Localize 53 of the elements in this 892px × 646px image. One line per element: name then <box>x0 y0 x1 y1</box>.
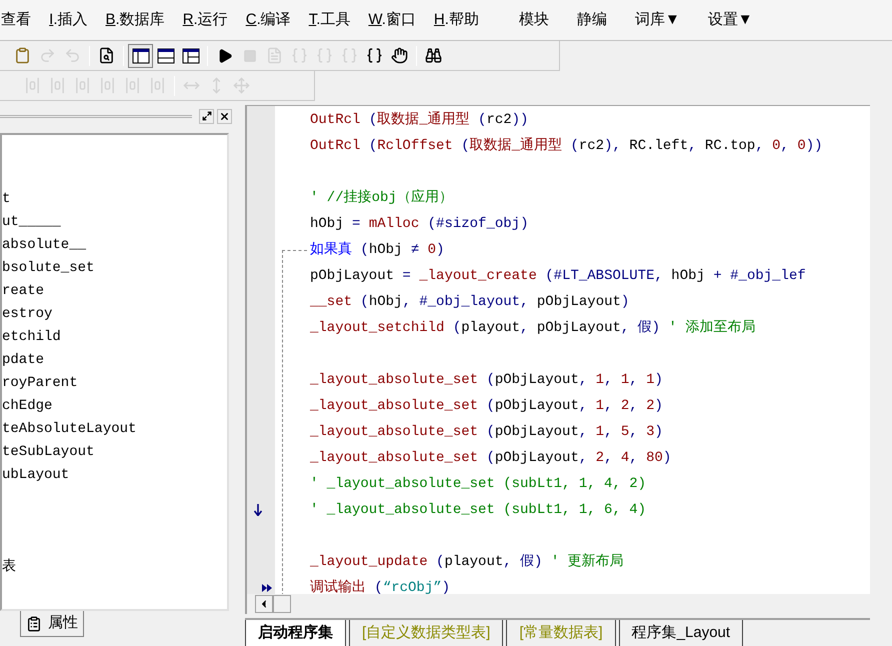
tree-item[interactable]: ubLayout <box>2 464 227 487</box>
tree-item[interactable]: pdate <box>2 349 227 372</box>
menu-item[interactable]: W.窗口 <box>368 8 416 32</box>
tree-item[interactable]: teSubLayout <box>2 441 227 464</box>
tree-item[interactable]: chEdge <box>2 395 227 418</box>
maximize-button[interactable] <box>199 108 214 124</box>
code-line: 如果真 (hObj ≠ 0) <box>310 240 444 260</box>
code-line: _layout_absolute_set (pObjLayout, 1, 5, 3) <box>310 423 663 442</box>
panel-layout-icon[interactable] <box>128 44 153 68</box>
tree-item[interactable]: royParent <box>2 372 227 395</box>
code-line: _layout_absolute_set (pObjLayout, 1, 2, 2) <box>310 397 663 416</box>
editor-tab[interactable]: 程序集_Layout <box>618 620 744 646</box>
menu-item[interactable]: 词库▼ <box>634 8 680 32</box>
code-line: pObjLayout = _layout_create (#LT_ABSOLUTE, hObj + #_obj_lef <box>310 267 806 286</box>
menu-item[interactable]: 模块 <box>518 8 549 32</box>
code-line: __set (hObj, #_obj_layout, pObjLayout) <box>310 293 630 312</box>
close-button[interactable] <box>217 108 232 124</box>
code-line: _layout_absolute_set (pObjLayout, 2, 4, 80) <box>310 449 672 468</box>
code-line: ' _layout_absolute_set (subLt1, 1, 4, 2) <box>310 475 646 494</box>
editor-tab[interactable]: 启动程序集 <box>245 620 346 646</box>
tree-item[interactable]: ut_____ <box>2 211 227 234</box>
code-line: ' _layout_absolute_set (subLt1, 1, 6, 4) <box>310 501 646 520</box>
code-line: OutRcl (RclOffset (取数据_通用型 (rc2), RC.left, RC.top, 0, 0)) <box>310 136 823 156</box>
menu-item[interactable]: B.数据库 <box>106 8 165 32</box>
menu-item[interactable]: .查看 <box>0 8 32 32</box>
code-line: _layout_absolute_set (pObjLayout, 1, 1, 1) <box>310 371 663 390</box>
panel-tab[interactable]: 属性 <box>20 611 84 637</box>
tree-item[interactable]: teAbsoluteLayout <box>2 418 227 441</box>
tree-item[interactable]: 表 <box>2 556 227 579</box>
code-line: OutRcl (取数据_通用型 (rc2)) <box>310 110 528 130</box>
menu-item[interactable]: I.插入 <box>49 8 88 32</box>
menu-item[interactable]: 静编 <box>576 8 607 32</box>
tree-item[interactable]: estroy <box>2 303 227 326</box>
code-line: 调试输出 (“rcObj”) <box>310 578 450 594</box>
code-line: _layout_setchild (playout, pObjLayout, 假) ' 添加至布局 <box>310 318 756 338</box>
tree-item[interactable]: reate <box>2 280 227 303</box>
menu-item[interactable]: R.运行 <box>182 8 228 32</box>
maximize-icon <box>202 111 212 121</box>
tree-item[interactable]: t <box>2 188 227 211</box>
menu-item[interactable]: H.帮助 <box>434 8 479 32</box>
properties-icon <box>26 616 42 632</box>
menu-item[interactable]: T.工具 <box>308 8 350 32</box>
scroll-thumb[interactable] <box>273 595 291 613</box>
code-line: _layout_update (playout, 假) ' 更新布局 <box>310 552 624 572</box>
close-icon <box>219 110 230 122</box>
menu-item[interactable]: 设置▼ <box>708 8 753 32</box>
tree-item[interactable]: absolute__ <box>2 234 227 257</box>
code-line: ' //挂接obj（应用） <box>310 188 453 208</box>
tree-item[interactable]: etchild <box>2 326 227 349</box>
scroll-left-button[interactable] <box>255 595 273 613</box>
tree-item[interactable]: bsolute_set <box>2 257 227 280</box>
menu-item[interactable]: C.编译 <box>246 8 291 32</box>
code-line: hObj = mAlloc (#sizof_obj) <box>310 215 528 234</box>
